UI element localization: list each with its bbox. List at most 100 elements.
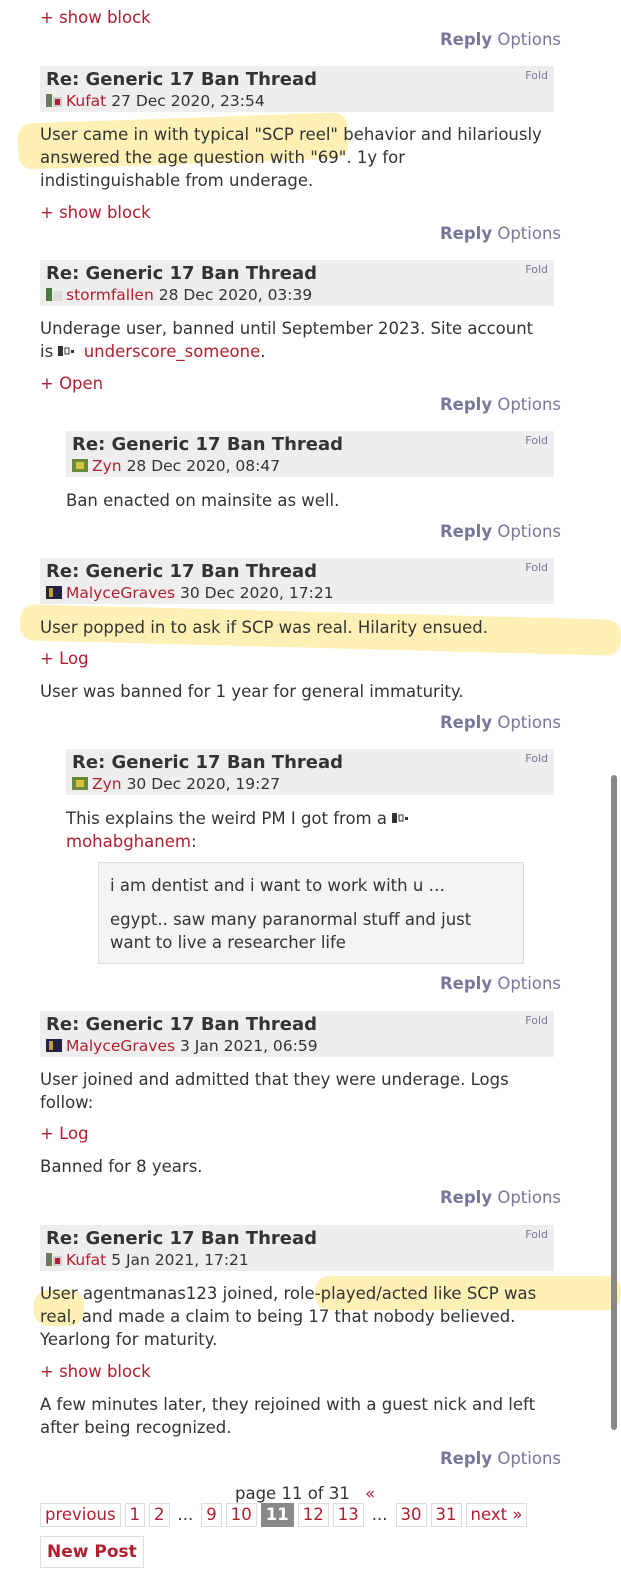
body-line: This explains the weird PM I got from a [66, 807, 412, 830]
options-link[interactable]: Options [497, 224, 561, 243]
body-text: . [260, 342, 266, 361]
fold-link[interactable]: Fold [525, 1228, 548, 1241]
fold-link[interactable]: Fold [525, 263, 548, 276]
post-title: Re: Generic 17 Ban Thread [72, 434, 343, 455]
pager-page[interactable]: 10 [225, 1503, 257, 1527]
post-date: 27 Dec 2020, 23:54 [111, 92, 265, 110]
avatar-icon [46, 585, 62, 599]
fold-link[interactable]: Fold [525, 1014, 548, 1027]
pager-current-page: 11 [260, 1503, 294, 1527]
body-line: User came in with typical "SCP reel" beh… [40, 125, 542, 144]
avatar-icon [46, 93, 62, 107]
post-body: User joined and admitted that they were … [40, 1068, 509, 1114]
reply-link[interactable]: Reply [440, 1188, 492, 1207]
reply-link[interactable]: Reply [440, 713, 492, 732]
fold-link[interactable]: Fold [525, 752, 548, 765]
post-body: User came in with typical "SCP reel" beh… [40, 123, 542, 192]
user-link[interactable]: mohabghanem [66, 832, 191, 851]
post-info: stormfallen 28 Dec 2020, 03:39 [46, 286, 312, 304]
body-line: User joined and admitted that they were … [40, 1070, 509, 1089]
pager-page[interactable]: 9 [201, 1503, 222, 1527]
new-post-button[interactable]: New Post [40, 1536, 144, 1568]
show-block-toggle[interactable]: + show block [40, 8, 151, 27]
pager-page[interactable]: 12 [297, 1503, 329, 1527]
body-line: follow: [40, 1093, 94, 1112]
post-header: Re: Generic 17 Ban Thread Zyn 28 Dec 202… [66, 431, 554, 477]
options-link[interactable]: Options [497, 30, 561, 49]
post-info: MalyceGraves 30 Dec 2020, 17:21 [46, 584, 334, 602]
reply-link[interactable]: Reply [440, 30, 492, 49]
pager-dots: ... [371, 1505, 388, 1524]
reply-link[interactable]: Reply [440, 522, 492, 541]
post-date: 28 Dec 2020, 03:39 [158, 286, 313, 304]
pager-page[interactable]: 2 [149, 1503, 170, 1527]
user-link[interactable]: MalyceGraves [66, 1037, 175, 1055]
options-link[interactable]: Options [497, 1449, 561, 1468]
reply-link[interactable]: Reply [440, 395, 492, 414]
pager-dots: ... [177, 1505, 194, 1524]
user-link[interactable]: underscore_someone [84, 342, 261, 361]
reply-options-row: Reply Options [440, 30, 561, 49]
post-info: MalyceGraves 3 Jan 2021, 06:59 [46, 1037, 318, 1055]
show-block-toggle[interactable]: + show block [40, 1362, 151, 1381]
blockquote: i am dentist and i want to work with u …… [98, 862, 524, 964]
options-link[interactable]: Options [497, 713, 561, 732]
reply-link[interactable]: Reply [440, 1449, 492, 1468]
pager-status: page 11 of 31 « [235, 1484, 375, 1503]
show-block-toggle[interactable]: + show block [40, 203, 151, 222]
pager-status-text: page 11 of 31 [235, 1484, 350, 1503]
post-header: Re: Generic 17 Ban Thread Kufat 5 Jan 20… [40, 1225, 554, 1271]
scrollbar-thumb[interactable] [611, 775, 617, 1430]
body-line: A few minutes later, they rejoined with … [40, 1395, 536, 1414]
pager-previous[interactable]: previous [40, 1503, 121, 1527]
open-toggle[interactable]: + Open [40, 374, 103, 393]
pager-page[interactable]: 31 [430, 1503, 462, 1527]
options-link[interactable]: Options [497, 395, 561, 414]
post-header: Re: Generic 17 Ban Thread Kufat 27 Dec 2… [40, 66, 554, 112]
post-body: Banned for 8 years. [40, 1157, 203, 1176]
user-icon [392, 809, 412, 828]
log-toggle[interactable]: + Log [40, 1124, 89, 1143]
post-date: 28 Dec 2020, 08:47 [126, 457, 281, 475]
pager-next[interactable]: next » [465, 1503, 528, 1527]
quote-line: want to live a researcher life [110, 933, 346, 952]
post-body: A few minutes later, they rejoined with … [40, 1393, 535, 1439]
reply-options-row: Reply Options [440, 224, 561, 243]
fold-link[interactable]: Fold [525, 69, 548, 82]
body-line: answered the age question with "69". 1y … [40, 148, 406, 167]
quote-line: i am dentist and i want to work with u … [110, 876, 446, 895]
reply-link[interactable]: Reply [440, 974, 492, 993]
post-header: Re: Generic 17 Ban Thread MalyceGraves 3… [40, 1011, 554, 1057]
log-toggle[interactable]: + Log [40, 649, 89, 668]
post-body: User popped in to ask if SCP was real. H… [40, 618, 488, 637]
fold-link[interactable]: Fold [525, 561, 548, 574]
options-link[interactable]: Options [497, 974, 561, 993]
fold-link[interactable]: Fold [525, 434, 548, 447]
body-line: User agentmanas123 joined, role-played/a… [40, 1284, 537, 1303]
pager-collapse-link[interactable]: « [365, 1484, 375, 1503]
pager-page[interactable]: 30 [395, 1503, 427, 1527]
options-link[interactable]: Options [497, 1188, 561, 1207]
reply-options-row: Reply Options [440, 974, 561, 993]
user-link[interactable]: Zyn [92, 775, 122, 793]
post-title: Re: Generic 17 Ban Thread [72, 752, 343, 773]
post-header: Re: Generic 17 Ban Thread stormfallen 28… [40, 260, 554, 306]
post-title: Re: Generic 17 Ban Thread [46, 1228, 317, 1249]
post-body: This explains the weird PM I got from a … [66, 807, 412, 853]
avatar-icon [46, 287, 62, 301]
reply-link[interactable]: Reply [440, 224, 492, 243]
user-link[interactable]: Kufat [66, 1251, 106, 1269]
post-date: 30 Dec 2020, 19:27 [126, 775, 281, 793]
user-link[interactable]: MalyceGraves [66, 584, 175, 602]
user-link[interactable]: Kufat [66, 92, 106, 110]
user-link[interactable]: Zyn [92, 457, 122, 475]
user-link[interactable]: stormfallen [66, 286, 154, 304]
pager-page[interactable]: 13 [332, 1503, 364, 1527]
post-title: Re: Generic 17 Ban Thread [46, 263, 317, 284]
pager-page[interactable]: 1 [124, 1503, 146, 1527]
body-line: is underscore_someone. [40, 340, 533, 363]
options-link[interactable]: Options [497, 522, 561, 541]
body-line: Underage user, banned until September 20… [40, 319, 534, 338]
reply-options-row: Reply Options [440, 1449, 561, 1468]
post-date: 3 Jan 2021, 06:59 [180, 1037, 318, 1055]
